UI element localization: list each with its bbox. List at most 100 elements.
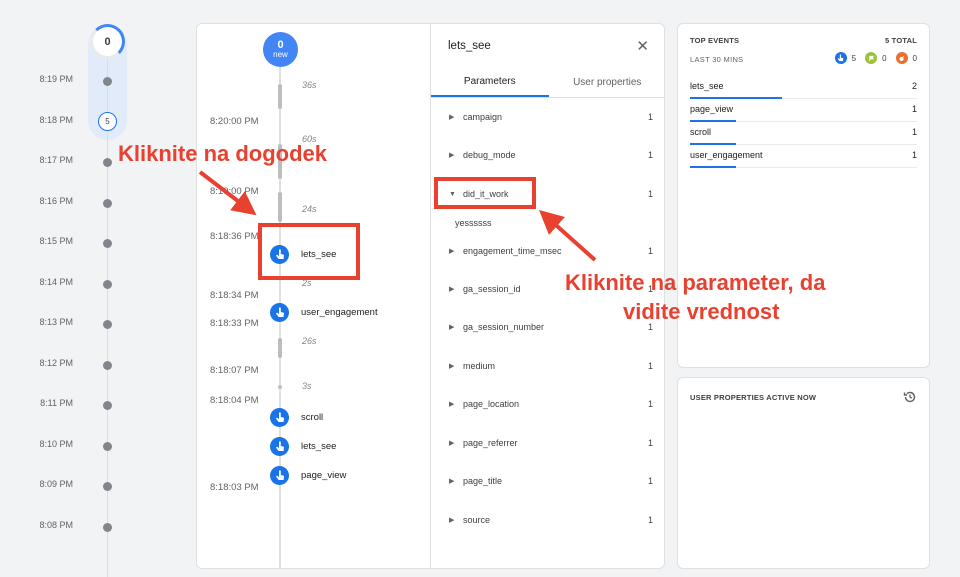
- top-event-count: 1: [911, 127, 917, 137]
- top-events-total: 5 TOTAL: [885, 36, 917, 45]
- minute-row[interactable]: 8:13 PM: [0, 317, 150, 331]
- param-row[interactable]: ▶ campaign 1: [431, 110, 664, 124]
- hand-pointer-icon: [834, 52, 847, 64]
- panel-title: lets_see: [448, 40, 491, 52]
- top-event-bar: [690, 97, 782, 99]
- param-name: ga_session_number: [463, 322, 545, 332]
- param-row[interactable]: ▶ debug_mode 1: [431, 148, 664, 162]
- hand-pointer-icon: [270, 302, 289, 322]
- minute-time: 8:10 PM: [39, 439, 73, 449]
- top-event-bar: [690, 120, 736, 122]
- param-name: campaign: [463, 112, 503, 122]
- panel-header: lets_see ✕: [431, 24, 664, 68]
- timestamp: 8:18:04 PM: [210, 395, 259, 406]
- duration-dot: [278, 385, 282, 389]
- minute-dot: [103, 199, 112, 208]
- event-page-view[interactable]: page_view: [270, 465, 346, 485]
- timestamp: 8:18:03 PM: [210, 482, 259, 493]
- param-row[interactable]: ▶ page_location 1: [431, 397, 664, 411]
- param-row[interactable]: ▶ page_referrer 1: [431, 436, 664, 450]
- badge-conversions: 0: [865, 52, 887, 64]
- param-count: 1: [647, 399, 653, 409]
- minute-dot: [103, 158, 112, 167]
- top-event-row[interactable]: scroll 1: [690, 123, 917, 145]
- caret-right-icon: ▶: [449, 248, 455, 255]
- event-details-panel: lets_see ✕ Parameters User properties ▶ c…: [430, 24, 665, 568]
- top-event-count: 1: [911, 104, 917, 114]
- event-scroll[interactable]: scroll: [270, 407, 323, 427]
- param-row[interactable]: ▶ engagement_time_msec 1: [431, 244, 664, 258]
- minute-row[interactable]: 8:14 PM: [0, 277, 150, 291]
- tab-parameters[interactable]: Parameters: [431, 68, 549, 97]
- event-lets-see[interactable]: lets_see: [270, 436, 336, 456]
- param-count: 1: [647, 246, 653, 256]
- minute-time: 8:15 PM: [39, 236, 73, 246]
- minute-dot: [103, 320, 112, 329]
- new-label: new: [273, 50, 288, 59]
- event-label: user_engagement: [301, 306, 378, 318]
- minute-dot: [103, 77, 112, 86]
- event-label: page_view: [301, 469, 347, 481]
- minute-top-count[interactable]: 0: [90, 24, 125, 59]
- duration-segment: [278, 84, 282, 109]
- param-row[interactable]: ▶ page_title 1: [431, 474, 664, 488]
- timestamp: 8:20:00 PM: [210, 116, 259, 127]
- param-name: source: [463, 515, 491, 525]
- minute-time: 8:11 PM: [40, 398, 73, 408]
- duration-segment: [278, 338, 282, 358]
- timestamp: 8:18:36 PM: [210, 231, 259, 242]
- caret-right-icon: ▶: [449, 363, 455, 370]
- event-user-engagement[interactable]: user_engagement: [270, 302, 378, 322]
- minute-row[interactable]: 8:10 PM: [0, 439, 150, 453]
- highlight-box-event: [258, 223, 360, 280]
- user-properties-card: USER PROPERTIES ACTIVE NOW: [677, 377, 930, 569]
- minute-row[interactable]: 8:08 PM: [0, 520, 150, 534]
- caret-right-icon: ▶: [449, 517, 455, 524]
- hand-pointer-icon: [270, 436, 289, 456]
- minute-dot: [103, 442, 112, 451]
- minute-time: 8:12 PM: [39, 358, 73, 368]
- minute-dot: [103, 523, 112, 532]
- param-count: 1: [647, 189, 653, 199]
- top-event-bar: [690, 143, 736, 145]
- top-event-row[interactable]: user_engagement 1: [690, 146, 917, 168]
- minute-row[interactable]: 8:18 PM 5: [0, 112, 150, 131]
- param-name: page_title: [463, 476, 503, 486]
- close-icon[interactable]: ✕: [636, 37, 649, 55]
- minute-row[interactable]: 8:19 PM: [0, 74, 150, 88]
- flag-icon: [865, 52, 878, 64]
- timestamp: 8:18:34 PM: [210, 290, 259, 301]
- minute-time: 8:13 PM: [39, 317, 73, 327]
- minute-dot: [103, 361, 112, 370]
- top-event-row[interactable]: lets_see 2: [690, 77, 917, 99]
- minute-count: 5: [98, 112, 117, 131]
- duration-label: 36s: [302, 80, 317, 90]
- caret-right-icon: ▶: [449, 152, 455, 159]
- minute-row[interactable]: 8:12 PM: [0, 358, 150, 372]
- caret-right-icon: ▶: [449, 401, 455, 408]
- minute-row[interactable]: 8:15 PM: [0, 236, 150, 250]
- duration-segment: [278, 192, 282, 222]
- caret-right-icon: ▶: [449, 114, 455, 121]
- minute-timeline: 0 8:19 PM 8:18 PM 5 8:17 PM 8:16 PM 8:15 …: [0, 0, 150, 577]
- param-name: page_location: [463, 399, 520, 409]
- bomb-icon: [895, 52, 908, 64]
- history-icon[interactable]: [903, 390, 917, 409]
- minute-row[interactable]: 8:09 PM: [0, 479, 150, 493]
- duration-label: 26s: [302, 336, 317, 346]
- param-count: 1: [647, 515, 653, 525]
- top-event-row[interactable]: page_view 1: [690, 100, 917, 122]
- tab-user-properties[interactable]: User properties: [549, 68, 665, 97]
- param-name: page_referrer: [463, 438, 518, 448]
- minute-row[interactable]: 8:11 PM: [0, 398, 150, 412]
- param-row[interactable]: ▶ source 1: [431, 513, 664, 527]
- param-value: yessssss: [455, 218, 492, 228]
- param-row[interactable]: ▶ medium 1: [431, 359, 664, 373]
- top-events-title: TOP EVENTS: [690, 36, 740, 45]
- new-events-bubble[interactable]: 0 new: [263, 32, 298, 67]
- caret-right-icon: ▶: [449, 286, 455, 293]
- top-event-count: 2: [911, 81, 917, 91]
- minute-row[interactable]: 8:16 PM: [0, 196, 150, 210]
- timestamp: 8:19:00 PM: [210, 186, 259, 197]
- annotation-click-param-line1: Kliknite na parameter, da: [565, 270, 826, 295]
